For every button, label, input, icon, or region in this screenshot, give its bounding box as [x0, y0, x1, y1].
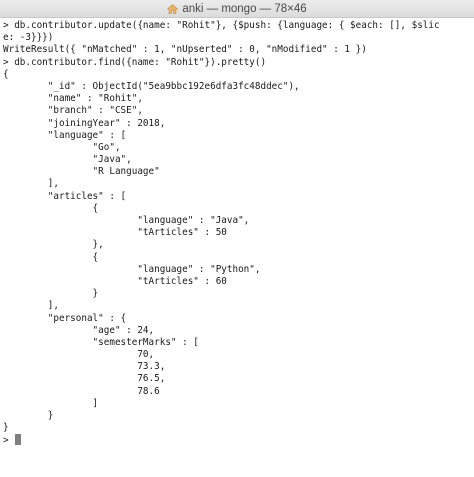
terminal-line: { — [3, 202, 99, 214]
terminal-line: "Go", — [3, 141, 121, 153]
terminal-cursor — [15, 434, 21, 446]
terminal-line: "tArticles" : 60 — [3, 275, 227, 287]
terminal-line: 78.6 — [3, 385, 160, 397]
terminal-line: "name" : "Rohit", — [3, 93, 143, 105]
terminal-prompt-line[interactable]: > — [3, 434, 474, 446]
terminal-line: "language" : [ — [3, 129, 127, 141]
terminal-line: "Java", — [3, 154, 132, 166]
terminal-line: "branch" : "CSE", — [3, 105, 143, 117]
terminal-line: "semesterMarks" : [ — [3, 336, 199, 348]
terminal-line: ], — [3, 300, 59, 312]
terminal-line: 73.3, — [3, 361, 166, 373]
terminal-line: "_id" : ObjectId("5ea9bbc192e6dfa3fc48dd… — [3, 80, 300, 92]
terminal-line: { — [3, 251, 99, 263]
terminal-line: WriteResult({ "nMatched" : 1, "nUpserted… — [3, 44, 367, 56]
terminal-line: ] — [3, 397, 99, 409]
window-title: anki — mongo — 78×46 — [182, 2, 307, 15]
terminal-line: { — [3, 68, 9, 80]
terminal-line: > db.contributor.update({name: "Rohit"},… — [3, 20, 440, 31]
terminal-line: } — [3, 288, 99, 300]
terminal-line: } — [3, 422, 9, 434]
terminal-line: "tArticles" : 50 — [3, 227, 227, 239]
window-titlebar[interactable]: anki — mongo — 78×46 — [0, 0, 474, 18]
terminal-line: } — [3, 410, 54, 421]
terminal-line: e: -3}}}) — [3, 32, 54, 44]
home-icon — [167, 3, 179, 14]
terminal-line: "language" : "Python", — [3, 263, 261, 275]
terminal-line: "R Language" — [3, 166, 160, 178]
terminal-line: "language" : "Java", — [3, 215, 250, 226]
terminal-line: "joiningYear" : 2018, — [3, 117, 166, 129]
terminal-window: anki — mongo — 78×46 > db.contributor.up… — [0, 0, 474, 477]
terminal-line: "articles" : [ — [3, 190, 127, 202]
terminal-line: > db.contributor.find({name: "Rohit"}).p… — [3, 56, 267, 68]
window-title-group: anki — mongo — 78×46 — [0, 0, 474, 17]
terminal-prompt: > — [3, 435, 15, 447]
terminal-line: ], — [3, 178, 59, 190]
terminal-line: "age" : 24, — [3, 324, 155, 336]
terminal-line: "personal" : { — [3, 312, 127, 324]
terminal-output[interactable]: > db.contributor.update({name: "Rohit"},… — [3, 20, 474, 447]
terminal-line: 76.5, — [3, 373, 166, 385]
terminal-line: 70, — [3, 349, 155, 361]
terminal-line: }, — [3, 239, 104, 251]
